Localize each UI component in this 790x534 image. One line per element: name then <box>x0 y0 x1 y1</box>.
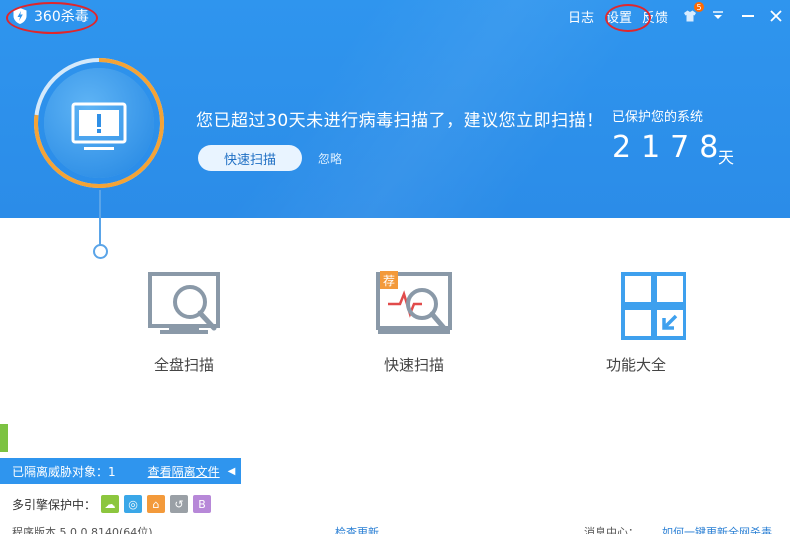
check-update-link[interactable]: 检查更新 <box>335 526 379 534</box>
toolbox-grid-icon <box>621 272 687 340</box>
qvm-engine-icon[interactable]: ◎ <box>124 495 143 513</box>
protected-days-count: 2178 <box>612 130 729 165</box>
toolbox-label: 功能大全 <box>605 356 666 374</box>
timeline-dot <box>93 244 108 259</box>
annotation-circle-settings <box>605 4 651 32</box>
protection-gauge <box>34 58 164 188</box>
full-scan-feature[interactable]: 全盘扫描 <box>114 270 254 375</box>
arrow-left-icon[interactable]: ◀ <box>228 466 236 477</box>
scan-reminder-message: 您已超过30天未进行病毒扫描了，建议您立即扫描！ <box>196 111 604 131</box>
recommend-badge: 荐 <box>383 274 395 288</box>
timeline-connector <box>99 190 101 245</box>
full-scan-icon <box>148 272 220 334</box>
annotation-circle-logo <box>6 2 98 34</box>
ignore-link[interactable]: 忽略 <box>318 150 342 167</box>
quick-scan-label: 快速扫描 <box>383 356 444 374</box>
notification-badge: 5 <box>694 2 704 12</box>
cloud-engine-icon[interactable]: ☁ <box>101 495 120 513</box>
quarantine-bar: 已隔离威胁对象：1 查看隔离文件 ◀ <box>0 458 241 484</box>
minimize-icon[interactable] <box>738 6 758 26</box>
quick-scan-button[interactable]: 快速扫描 <box>198 145 302 171</box>
version-text: 程序版本 5.0.0.8140(64位) <box>12 526 153 534</box>
quick-scan-icon: 荐 <box>376 271 452 334</box>
protected-label: 已保护您的系统 <box>612 110 704 125</box>
avira-engine-icon[interactable]: ↺ <box>170 495 189 513</box>
full-scan-label: 全盘扫描 <box>153 356 214 374</box>
close-icon[interactable] <box>766 6 786 26</box>
toolbox-feature[interactable]: 功能大全 <box>566 270 706 375</box>
quarantine-count: 已隔离威胁对象：1 <box>12 464 116 479</box>
header-banner: 360杀毒 日志 设置 反馈 5 您已超过30天未进行病毒扫描了，建议您立即扫描… <box>0 0 790 218</box>
message-center-label: 消息中心： <box>584 526 639 534</box>
skin-shirt-icon[interactable]: 5 <box>680 2 704 26</box>
bitdefender-engine-icon[interactable]: B <box>193 495 212 513</box>
news-link[interactable]: 如何一键更新全网杀毒 <box>662 526 772 534</box>
quick-scan-feature[interactable]: 荐 快速扫描 <box>344 270 484 375</box>
footer-bar: 程序版本 5.0.0.8140(64位) 检查更新 消息中心： 如何一键更新全网… <box>0 526 790 534</box>
log-link[interactable]: 日志 <box>568 7 594 26</box>
monitor-warning-icon <box>71 102 127 150</box>
engines-label: 多引擎保护中： <box>12 497 97 512</box>
system-repair-engine-icon[interactable]: ⌂ <box>147 495 166 513</box>
view-quarantine-link[interactable]: 查看隔离文件 <box>148 463 220 480</box>
engine-status: 多引擎保护中： ☁ ◎ ⌂ ↺ B <box>12 495 212 513</box>
days-unit: 天 <box>718 148 735 167</box>
top-menu: 日志 设置 反馈 5 <box>558 2 790 26</box>
menu-dropdown-icon[interactable] <box>708 6 728 26</box>
side-green-marker <box>0 424 8 452</box>
